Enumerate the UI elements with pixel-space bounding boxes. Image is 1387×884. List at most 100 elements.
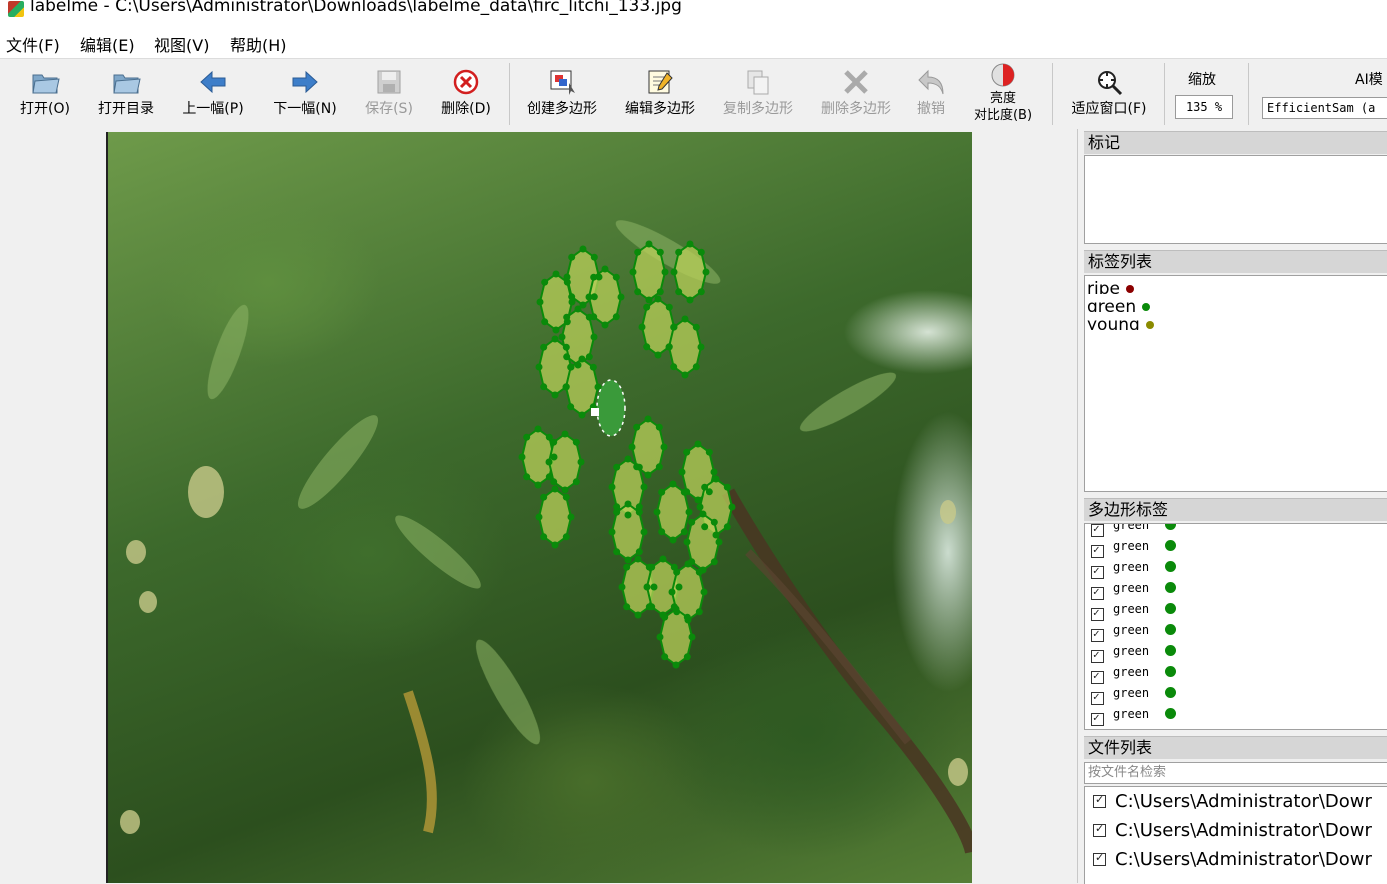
- save-button[interactable]: 保存(S): [358, 59, 420, 129]
- polygon-vertex[interactable]: [643, 343, 651, 351]
- polygon-vertex[interactable]: [650, 583, 658, 591]
- checkbox[interactable]: [1093, 793, 1106, 808]
- polygon-vertex[interactable]: [710, 518, 718, 526]
- checkbox[interactable]: [1091, 690, 1104, 705]
- polygon-vertex[interactable]: [535, 363, 543, 371]
- polygon-vertex[interactable]: [686, 296, 694, 304]
- polygon-vertex[interactable]: [688, 633, 696, 641]
- polygon-vertex[interactable]: [644, 471, 652, 479]
- polygon-vertex[interactable]: [660, 443, 668, 451]
- polygon-vertex[interactable]: [697, 288, 705, 296]
- polygon-vertex[interactable]: [617, 293, 625, 301]
- polygon-vertex[interactable]: [541, 278, 549, 286]
- polygon-vertex[interactable]: [540, 343, 548, 351]
- checkbox[interactable]: [1091, 606, 1104, 621]
- polygon-vertex[interactable]: [645, 240, 653, 248]
- polygon-vertex[interactable]: [644, 415, 652, 423]
- polygon-vertex[interactable]: [654, 351, 662, 359]
- polygon-vertex[interactable]: [655, 463, 663, 471]
- polygon-vertex[interactable]: [563, 353, 571, 361]
- polygon-vertex[interactable]: [551, 391, 559, 399]
- label-item-young[interactable]: young: [1087, 316, 1154, 330]
- polygon-vertex[interactable]: [643, 583, 651, 591]
- polygon-vertex[interactable]: [659, 555, 667, 563]
- polygon-vertex[interactable]: [540, 383, 548, 391]
- polygon-vertex[interactable]: [585, 293, 593, 301]
- checkbox[interactable]: [1091, 543, 1104, 558]
- polygon-vertex[interactable]: [601, 321, 609, 329]
- checkbox[interactable]: [1091, 585, 1104, 600]
- undo-button[interactable]: 撤销: [908, 59, 954, 129]
- open-button[interactable]: 打开(O): [10, 59, 80, 129]
- polygon-vertex[interactable]: [634, 555, 642, 563]
- polygon-vertex[interactable]: [640, 528, 648, 536]
- checkbox[interactable]: [1091, 564, 1104, 579]
- edit-polygon-button[interactable]: 编辑多边形: [616, 59, 704, 129]
- polygon-vertex[interactable]: [534, 481, 542, 489]
- polygon-vertex[interactable]: [578, 355, 586, 363]
- polygon-vertex[interactable]: [562, 343, 570, 351]
- polygon-vertex[interactable]: [723, 523, 731, 531]
- checkbox[interactable]: [1091, 711, 1104, 726]
- polygon-vertex[interactable]: [590, 253, 598, 261]
- polygon-vertex[interactable]: [551, 541, 559, 549]
- polygon-vertex[interactable]: [699, 510, 707, 518]
- polygon-vertex[interactable]: [678, 468, 686, 476]
- polygon-label-list[interactable]: green green green green green green gree…: [1084, 523, 1387, 730]
- polygon-vertex[interactable]: [668, 588, 676, 596]
- polygon-vertex[interactable]: [613, 548, 621, 556]
- polygon-vertex[interactable]: [681, 315, 689, 323]
- polygon-vertex[interactable]: [561, 430, 569, 438]
- menu-view[interactable]: 视图(V): [154, 32, 209, 56]
- polygon-vertex[interactable]: [640, 483, 648, 491]
- polygon-vertex[interactable]: [618, 583, 626, 591]
- polygon-vertex[interactable]: [675, 288, 683, 296]
- polygon-vertex[interactable]: [661, 653, 669, 661]
- polygon-vertex[interactable]: [624, 455, 632, 463]
- flags-list[interactable]: [1084, 155, 1387, 244]
- polygon-vertex[interactable]: [550, 438, 558, 446]
- polygon-vertex[interactable]: [680, 528, 688, 536]
- polygon-vertex[interactable]: [673, 568, 681, 576]
- polygon-vertex[interactable]: [710, 558, 718, 566]
- polygon-vertex[interactable]: [675, 583, 683, 591]
- polygon-vertex[interactable]: [654, 295, 662, 303]
- polygon-vertex[interactable]: [680, 488, 688, 496]
- polygon-vertex[interactable]: [694, 496, 702, 504]
- polygon-vertex[interactable]: [562, 493, 570, 501]
- polygon-vertex[interactable]: [550, 478, 558, 486]
- polygon-vertex[interactable]: [567, 513, 575, 521]
- delete-file-button[interactable]: 删除(D): [434, 59, 498, 129]
- polygon-vertex[interactable]: [710, 468, 718, 476]
- polygon-vertex[interactable]: [692, 363, 700, 371]
- polygon-vertex[interactable]: [683, 538, 691, 546]
- polygon-vertex[interactable]: [669, 536, 677, 544]
- polygon-vertex[interactable]: [648, 563, 656, 571]
- polygon-vertex[interactable]: [635, 548, 643, 556]
- polygon-vertex[interactable]: [633, 423, 641, 431]
- ai-model-select[interactable]: EfficientSam (a: [1262, 97, 1387, 119]
- polygon-vertex[interactable]: [723, 483, 731, 491]
- polygon-vertex[interactable]: [661, 613, 669, 621]
- polygon-vertex[interactable]: [656, 288, 664, 296]
- polygon-vertex[interactable]: [653, 508, 661, 516]
- polygon-vertex[interactable]: [552, 270, 560, 278]
- polygon-vertex[interactable]: [574, 361, 582, 369]
- polygon-vertex[interactable]: [694, 440, 702, 448]
- polygon-vertex[interactable]: [681, 371, 689, 379]
- polygon-vertex[interactable]: [550, 453, 558, 461]
- polygon-vertex[interactable]: [608, 483, 616, 491]
- polygon-vertex[interactable]: [635, 508, 643, 516]
- polygon-vertex[interactable]: [658, 528, 666, 536]
- polygon-vertex[interactable]: [623, 603, 631, 611]
- polygon-vertex[interactable]: [574, 305, 582, 313]
- checkbox[interactable]: [1093, 851, 1106, 866]
- polygon-vertex[interactable]: [558, 333, 566, 341]
- polygon-vertex[interactable]: [590, 273, 598, 281]
- polygon-vertex[interactable]: [601, 265, 609, 273]
- label-item-ripe[interactable]: ripe: [1087, 280, 1134, 294]
- polygon-vertex[interactable]: [551, 485, 559, 493]
- polygon-vertex[interactable]: [705, 448, 713, 456]
- polygon-vertex[interactable]: [634, 288, 642, 296]
- polygon-vertex[interactable]: [712, 475, 720, 483]
